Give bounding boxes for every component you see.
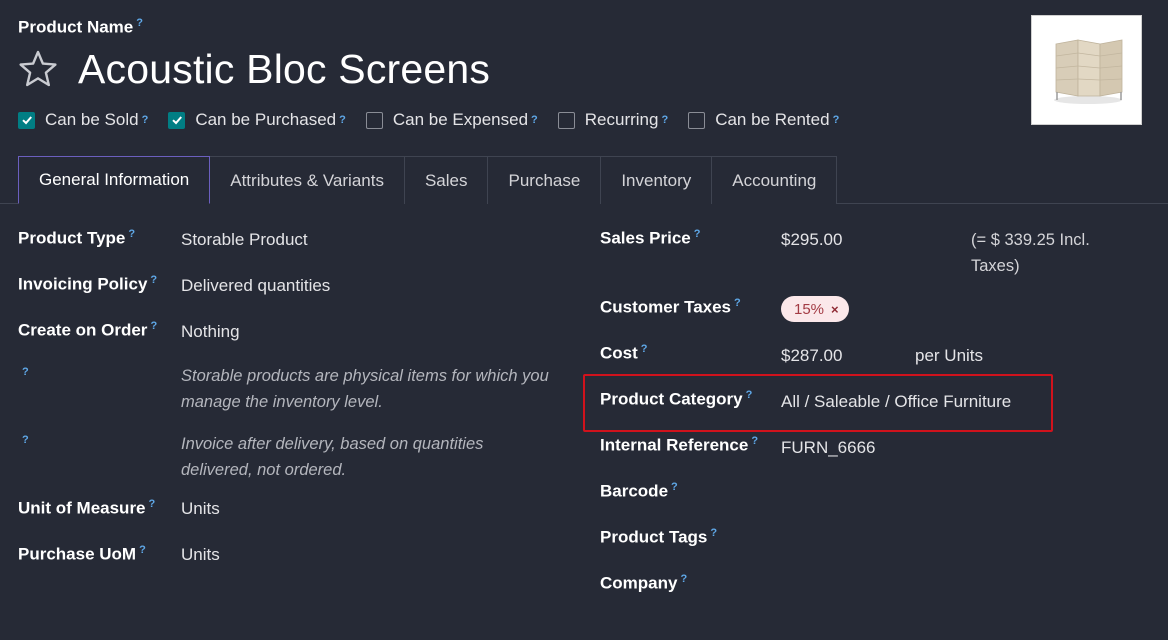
help-icon[interactable]: ? xyxy=(751,435,758,447)
option-can-be-purchased[interactable]: Can be Purchased? xyxy=(168,110,346,130)
help-icon[interactable]: ? xyxy=(694,228,701,240)
help-icon[interactable]: ? xyxy=(136,17,143,29)
option-label: Can be Rented xyxy=(715,110,830,129)
checkbox-unchecked-icon[interactable] xyxy=(365,111,383,129)
help-icon[interactable]: ? xyxy=(680,573,687,585)
product-category-label: Product Category? xyxy=(600,389,753,409)
option-can-be-rented[interactable]: Can be Rented? xyxy=(688,110,839,130)
tab-purchase[interactable]: Purchase xyxy=(488,156,602,204)
tab-sales[interactable]: Sales xyxy=(404,156,489,204)
tab-inventory[interactable]: Inventory xyxy=(601,156,713,204)
option-can-be-expensed[interactable]: Can be Expensed? xyxy=(365,110,538,130)
customer-taxes-label: Customer Taxes? xyxy=(600,297,741,317)
help-icon[interactable]: ? xyxy=(339,114,346,126)
checkbox-unchecked-icon[interactable] xyxy=(688,111,706,129)
sales-price-input[interactable]: $295.00 xyxy=(781,230,842,250)
unit-of-measure-select[interactable]: Units xyxy=(181,499,220,519)
help-icon[interactable]: ? xyxy=(710,527,717,539)
internal-reference-input[interactable]: FURN_6666 xyxy=(781,438,876,458)
help-icon[interactable]: ? xyxy=(150,274,157,286)
barcode-label: Barcode? xyxy=(600,481,678,501)
help-icon[interactable]: ? xyxy=(128,228,135,240)
product-image[interactable] xyxy=(1031,15,1142,125)
help-icon[interactable]: ? xyxy=(22,434,29,446)
invoicing-policy-help: Invoice after delivery, based on quantit… xyxy=(181,435,484,479)
invoicing-policy-label: Invoicing Policy? xyxy=(18,274,158,294)
star-icon[interactable] xyxy=(18,49,58,89)
company-label: Company? xyxy=(600,573,688,593)
cost-input[interactable]: $287.00 xyxy=(781,346,842,366)
product-name-label: Product Name? xyxy=(18,17,143,37)
help-icon[interactable]: ? xyxy=(150,320,157,332)
product-type-help: Storable products are physical items for… xyxy=(181,367,549,411)
product-type-select[interactable]: Storable Product xyxy=(181,230,308,250)
product-type-label: Product Type? xyxy=(18,228,136,248)
option-label: Recurring xyxy=(584,110,659,129)
create-on-order-label: Create on Order? xyxy=(18,320,158,340)
product-form: Product Name? Acoustic Bloc Screens Can … xyxy=(0,0,1168,640)
option-can-be-sold[interactable]: Can be Sold? xyxy=(18,110,148,130)
product-options: Can be Sold? Can be Purchased? Can be Ex… xyxy=(18,110,859,130)
help-icon[interactable]: ? xyxy=(661,114,668,126)
checkbox-unchecked-icon[interactable] xyxy=(557,111,575,129)
help-icon[interactable]: ? xyxy=(746,389,753,401)
create-on-order-select[interactable]: Nothing xyxy=(181,322,240,342)
help-icon[interactable]: ? xyxy=(833,114,840,126)
invoicing-policy-select[interactable]: Delivered quantities xyxy=(181,276,330,296)
tax-tag[interactable]: 15% × xyxy=(781,296,849,322)
product-tags-label: Product Tags? xyxy=(600,527,718,547)
tab-general-information[interactable]: General Information xyxy=(18,156,211,204)
help-icon[interactable]: ? xyxy=(671,481,678,493)
help-icon[interactable]: ? xyxy=(641,343,648,355)
tab-attributes-variants[interactable]: Attributes & Variants xyxy=(210,156,405,204)
cost-label: Cost? xyxy=(600,343,648,363)
option-label: Can be Expensed xyxy=(392,110,529,129)
tab-accounting[interactable]: Accounting xyxy=(712,156,838,204)
purchase-uom-select[interactable]: Units xyxy=(181,545,220,565)
acoustic-screen-image xyxy=(1053,39,1122,104)
remove-tax-icon[interactable]: × xyxy=(831,302,839,317)
purchase-uom-label: Purchase UoM? xyxy=(18,544,146,564)
internal-reference-label: Internal Reference? xyxy=(600,435,759,455)
cost-unit: per Units xyxy=(915,346,984,365)
form-tabs: General Information Attributes & Variant… xyxy=(18,156,838,204)
help-icon[interactable]: ? xyxy=(531,114,538,126)
sales-price-label: Sales Price? xyxy=(600,228,701,248)
option-label: Can be Sold xyxy=(45,110,139,129)
title-row: Acoustic Bloc Screens xyxy=(18,44,490,94)
unit-of-measure-label: Unit of Measure? xyxy=(18,498,156,518)
help-icon[interactable]: ? xyxy=(142,114,149,126)
help-icon[interactable]: ? xyxy=(149,498,156,510)
checkbox-checked-icon[interactable] xyxy=(18,111,35,129)
sales-price-incl-taxes: (= $ 339.25 Incl. Taxes) xyxy=(971,231,1090,275)
help-icon[interactable]: ? xyxy=(139,544,146,556)
help-icon[interactable]: ? xyxy=(22,366,29,378)
checkbox-checked-icon[interactable] xyxy=(168,111,186,129)
option-recurring[interactable]: Recurring? xyxy=(557,110,668,130)
product-category-select[interactable]: All / Saleable / Office Furniture xyxy=(781,392,1011,412)
product-name-input[interactable]: Acoustic Bloc Screens xyxy=(78,46,490,93)
help-icon[interactable]: ? xyxy=(734,297,741,309)
option-label: Can be Purchased xyxy=(195,110,337,129)
